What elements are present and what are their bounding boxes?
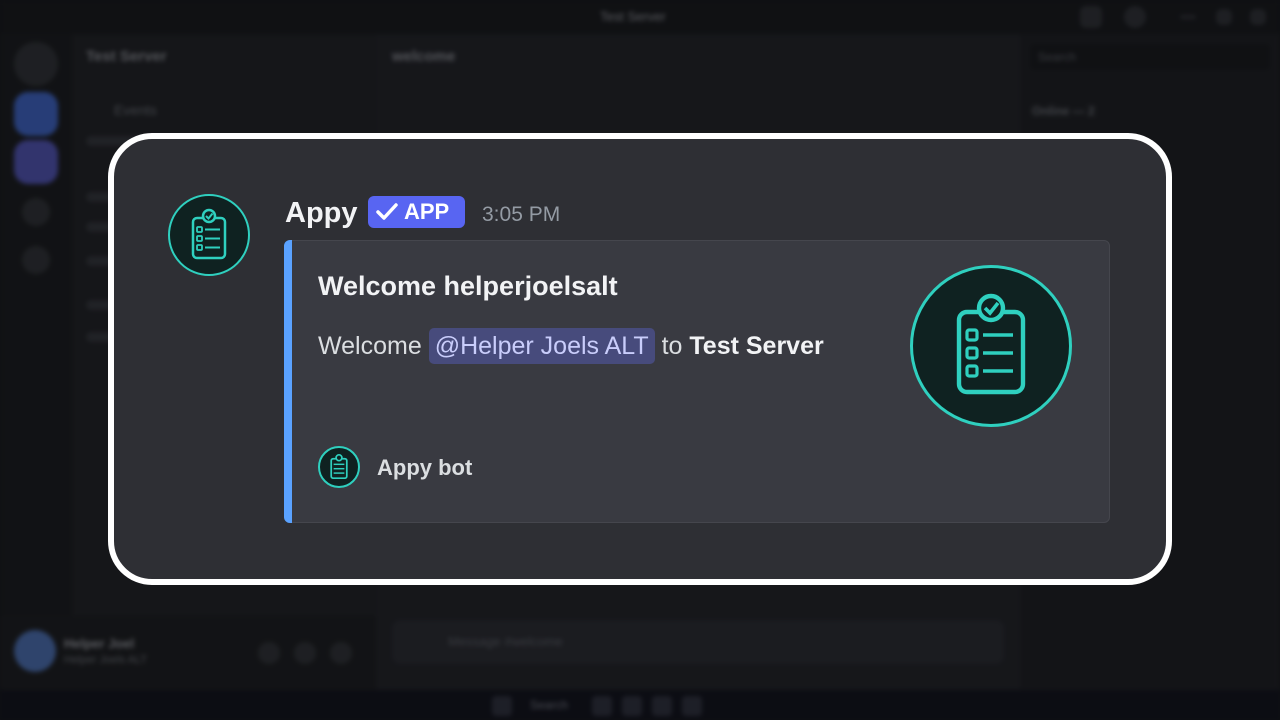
message-input-placeholder: Message #welcome — [448, 634, 563, 649]
discover-icon[interactable] — [22, 246, 50, 274]
server-name[interactable]: Test Server — [86, 48, 167, 65]
user-status: Helper Joels ALT — [64, 654, 147, 666]
server-icon[interactable] — [14, 92, 58, 136]
user-name: Helper Joel — [64, 636, 135, 651]
clipboard-check-icon — [191, 208, 227, 260]
embed-thumbnail[interactable] — [910, 265, 1072, 427]
message-input[interactable]: Message #welcome — [392, 620, 1004, 664]
app-badge: APP — [368, 196, 465, 228]
minimize-icon[interactable] — [1180, 15, 1196, 19]
user-mention[interactable]: @Helper Joels ALT — [428, 328, 655, 364]
window-title: Test Server — [600, 9, 666, 24]
browser-icon[interactable] — [622, 696, 642, 716]
member-group-label: Online — 2 — [1032, 104, 1095, 118]
windows-start-icon[interactable] — [492, 696, 512, 716]
author-avatar[interactable] — [168, 194, 250, 276]
embed-desc-mid: to — [661, 332, 683, 360]
embed-accent-bar — [284, 240, 292, 523]
avatar[interactable] — [14, 630, 56, 672]
server-name-bold: Test Server — [689, 332, 824, 360]
discord-taskbar-icon[interactable] — [652, 696, 672, 716]
title-bar: Test Server — [0, 0, 1280, 34]
app-taskbar-icon[interactable] — [682, 696, 702, 716]
clipboard-check-icon — [330, 453, 348, 480]
microphone-icon[interactable] — [258, 642, 280, 664]
embed-footer-text: Appy bot — [377, 455, 473, 480]
message-timestamp[interactable]: 3:05 PM — [482, 202, 560, 228]
maximize-icon[interactable] — [1216, 9, 1232, 25]
search-placeholder: Search — [1038, 50, 1077, 64]
sidebar-item-events[interactable]: Events — [114, 102, 157, 118]
close-icon[interactable] — [1250, 9, 1266, 25]
taskbar: Search — [0, 690, 1280, 720]
author-name[interactable]: Appy — [285, 196, 358, 230]
gear-icon[interactable] — [330, 642, 352, 664]
inbox-icon[interactable] — [1080, 6, 1102, 28]
embed-desc-prefix: Welcome — [318, 332, 422, 360]
checkmark-icon — [376, 203, 398, 220]
server-icon[interactable] — [14, 140, 58, 184]
file-explorer-icon[interactable] — [592, 696, 612, 716]
footer-icon — [318, 446, 360, 488]
taskbar-search[interactable]: Search — [530, 698, 568, 712]
embed-title: Welcome helperjoelsalt — [318, 271, 618, 301]
channel-title: welcome — [392, 48, 456, 65]
add-server-icon[interactable] — [22, 198, 50, 226]
server-list — [0, 34, 72, 690]
app-badge-label: APP — [404, 199, 450, 224]
headphones-icon[interactable] — [294, 642, 316, 664]
clipboard-check-icon — [956, 293, 1026, 395]
user-panel: Helper Joel Helper Joels ALT — [0, 616, 376, 690]
embed-description: Welcome @Helper Joels ALT to Test Server — [318, 328, 824, 364]
discord-home-icon[interactable] — [14, 42, 58, 86]
help-icon[interactable] — [1124, 6, 1146, 28]
search-input[interactable]: Search — [1030, 44, 1270, 70]
